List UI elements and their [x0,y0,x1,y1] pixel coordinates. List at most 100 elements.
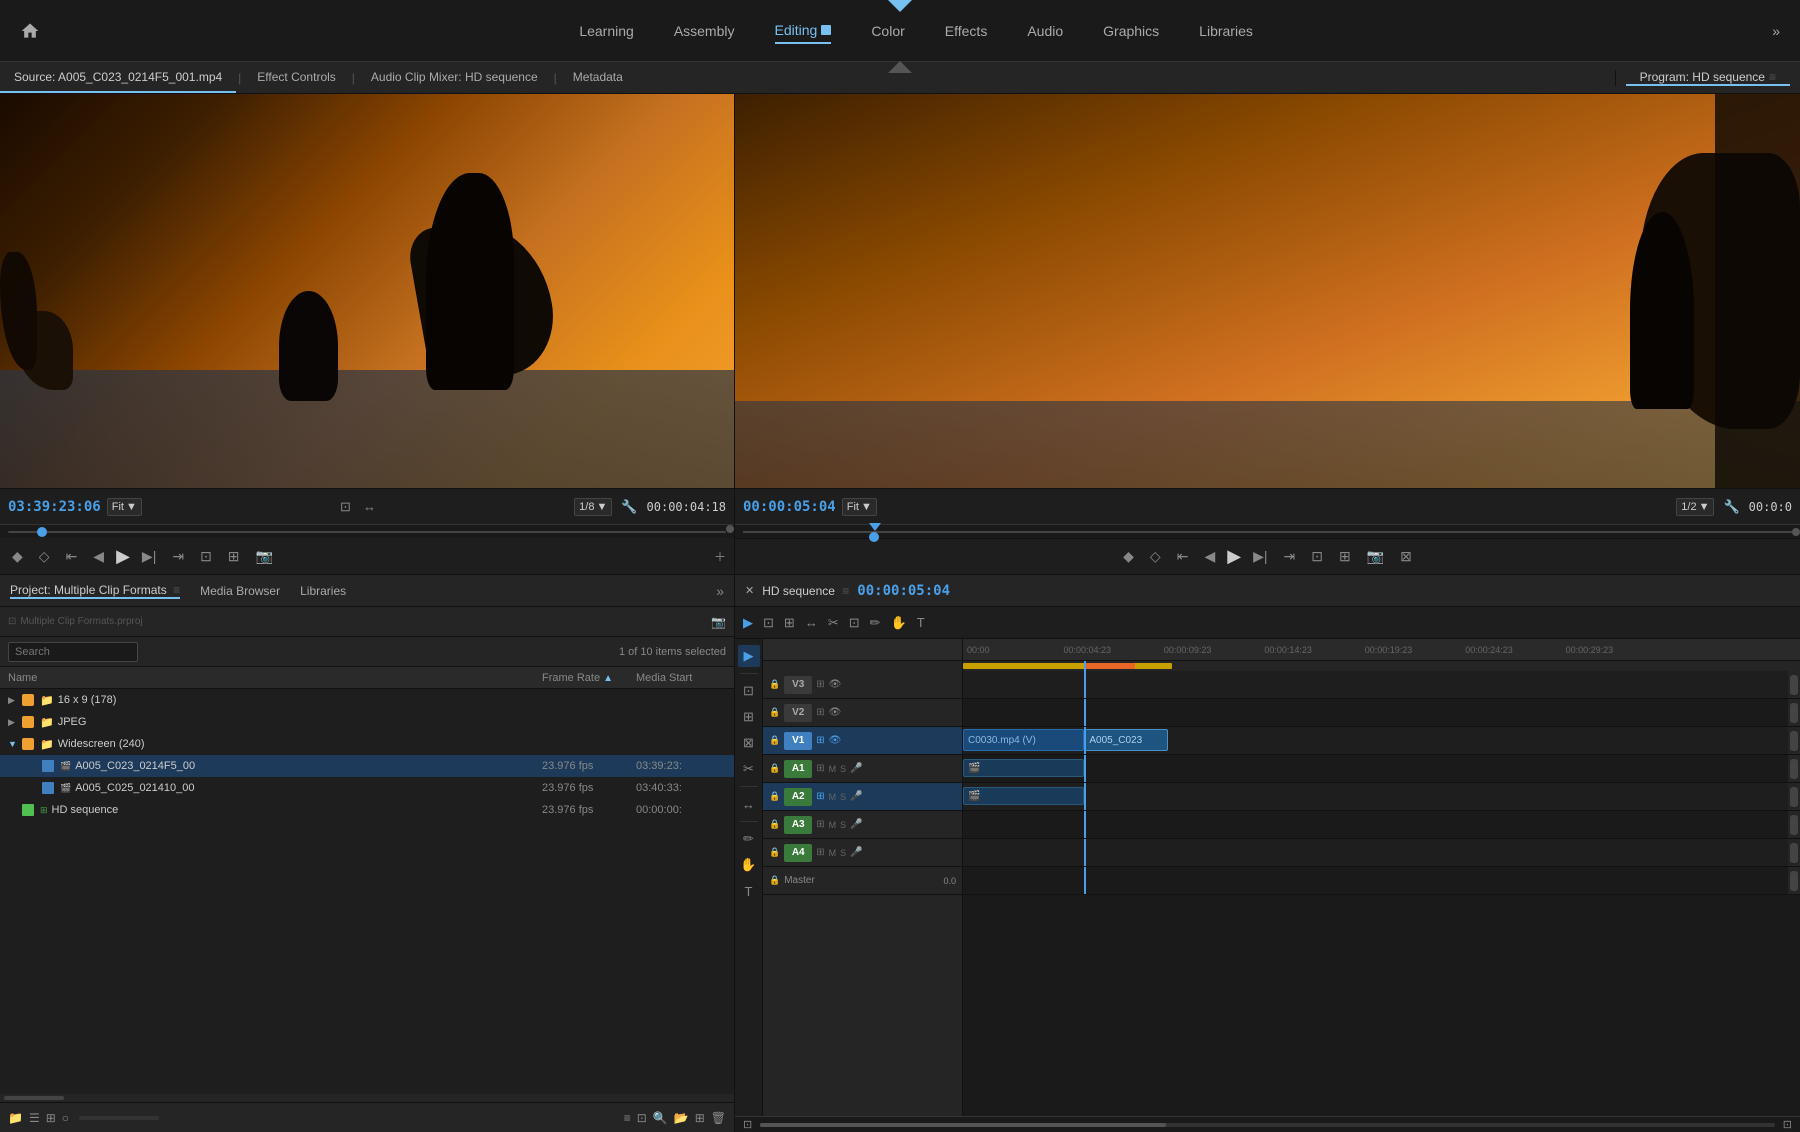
source-add-button[interactable]: ＋ [714,548,726,565]
type-tool[interactable]: T [915,613,927,632]
clip-c0030[interactable]: C0030.mp4 (V) [963,729,1084,751]
timeline-scroll-track[interactable] [760,1123,1775,1127]
v1-lock[interactable]: 🔒 [769,735,780,746]
freeform-icon[interactable]: ○ [62,1111,69,1125]
v1-scroll[interactable] [1788,727,1800,754]
pen-tool[interactable]: ✏ [868,613,883,633]
source-mark-in[interactable]: ◆ [8,546,27,567]
source-play-button[interactable]: ▶ [116,546,130,567]
effect-controls-tab[interactable]: Effect Controls [243,62,349,93]
col-framerate-header[interactable]: Frame Rate ▲ [542,672,632,684]
master-scroll[interactable] [1788,867,1800,894]
v1-sync-icon[interactable]: ⊞ [816,735,824,746]
hand-icon[interactable]: ✋ [738,854,760,876]
program-scrubber-handle[interactable] [869,532,879,542]
hand-tool[interactable]: ✋ [889,613,909,633]
v1-label[interactable]: V1 [784,732,812,750]
nav-effects[interactable]: Effects [945,19,988,43]
master-lock[interactable]: 🔒 [769,875,780,886]
audio-clip-mixer-tab[interactable]: Audio Clip Mixer: HD sequence [357,62,552,93]
a3-solo[interactable]: S [840,820,846,830]
nav-color[interactable]: Color [871,19,904,43]
v2-visibility[interactable]: 👁 [829,707,842,718]
a3-mic[interactable]: 🎤 [850,819,862,830]
a1-mute[interactable]: M [829,764,837,774]
nav-editing[interactable]: Editing [775,18,832,44]
source-fit-dropdown[interactable]: Fit ▼ [107,498,142,516]
in-out-icon[interactable]: ▶ [738,645,760,667]
nav-more-button[interactable]: » [1772,23,1780,39]
a1-sync-icon[interactable]: ⊞ [816,763,824,774]
new-bin-icon[interactable]: 📁 [8,1111,23,1125]
nav-learning[interactable]: Learning [579,19,634,43]
add-edit-icon[interactable]: ⊠ [738,732,760,754]
a3-lock[interactable]: 🔒 [769,819,780,830]
audio-clip-a1[interactable]: 🎬 [963,759,1084,777]
list-view-icon[interactable]: ☰ [29,1111,40,1125]
a3-scroll[interactable] [1788,811,1800,838]
program-monitor-tab[interactable]: Program: HD sequence ≡ [1626,70,1790,86]
source-tab[interactable]: Source: A005_C023_0214F5_001.mp4 [0,62,236,93]
source-scrubber-handle[interactable] [37,527,47,537]
source-resolution-dropdown[interactable]: 1/8 ▼ [574,498,612,516]
col-name-header[interactable]: Name [8,672,538,684]
list-item[interactable]: ▼ 📁 Widescreen (240) [0,733,734,755]
a4-sync-icon[interactable]: ⊞ [816,847,824,858]
v2-scroll[interactable] [1788,699,1800,726]
sort-icon[interactable]: ⊡ [637,1111,647,1125]
source-wrench-icon[interactable]: 🔧 [618,497,640,517]
media-browser-tab[interactable]: Media Browser [200,584,280,598]
prog-go-in[interactable]: ⇤ [1173,546,1193,567]
a1-solo[interactable]: S [840,764,846,774]
nav-assembly[interactable]: Assembly [674,19,735,43]
a4-mute[interactable]: M [829,848,837,858]
source-timecode[interactable]: 03:39:23:06 [8,499,101,515]
a2-sync-icon[interactable]: ⊞ [816,791,824,802]
razor-tool[interactable]: ✂ [826,613,841,633]
linked-select-icon[interactable]: ⊞ [738,706,760,728]
nav-audio[interactable]: Audio [1027,19,1063,43]
slip-tool[interactable]: ⊡ [847,613,862,633]
a2-mute[interactable]: M [829,792,837,802]
a2-lock[interactable]: 🔒 [769,791,780,802]
a1-label[interactable]: A1 [784,760,812,778]
list-item[interactable]: ▶ 📁 16 x 9 (178) [0,689,734,711]
ripple-edit-tool[interactable]: ⊞ [782,613,797,633]
project-camera-icon[interactable]: 📷 [711,615,726,629]
v3-scroll[interactable] [1788,671,1800,698]
source-go-out[interactable]: ⇥ [168,546,188,567]
v3-label[interactable]: V3 [784,676,812,694]
v2-label[interactable]: V2 [784,704,812,722]
a1-scroll[interactable] [1788,755,1800,782]
timeline-timecode[interactable]: 00:00:05:04 [857,583,950,599]
libraries-tab[interactable]: Libraries [300,584,346,598]
trim-icon[interactable]: ✂ [738,758,760,780]
timeline-tab[interactable]: HD sequence ≡ [762,584,849,598]
source-scrubber[interactable] [0,524,734,538]
a2-solo[interactable]: S [840,792,846,802]
snap-icon[interactable]: ⊡ [738,680,760,702]
source-go-in[interactable]: ⇤ [62,546,82,567]
type-icon[interactable]: T [738,880,760,902]
insert-icon[interactable]: ↔ [738,793,760,815]
a4-lock[interactable]: 🔒 [769,847,780,858]
a1-mic[interactable]: 🎤 [850,763,862,774]
a1-lock[interactable]: 🔒 [769,763,780,774]
list-item[interactable]: ⊞ HD sequence 23.976 fps 00:00:00: [0,799,734,821]
rolling-edit-tool[interactable]: ↔ [803,613,820,632]
program-wrench-icon[interactable]: 🔧 [1720,497,1742,517]
prog-extract-icon[interactable]: ⊞ [1335,546,1355,567]
prog-multiview[interactable]: ⊠ [1396,546,1416,567]
nav-libraries[interactable]: Libraries [1199,19,1253,43]
list-sort-icon[interactable]: ≡ [624,1111,631,1125]
list-item[interactable]: 🎬 A005_C023_0214F5_00 23.976 fps 03:39:2… [0,755,734,777]
grid-view-icon[interactable]: ⊞ [46,1111,56,1125]
source-fit-frame-icon[interactable]: ↔ [360,497,379,516]
selection-tool[interactable]: ▶ [741,613,755,633]
a4-label[interactable]: A4 [784,844,812,862]
v3-lock[interactable]: 🔒 [769,679,780,690]
project-tab[interactable]: Project: Multiple Clip Formats ≡ [10,583,180,599]
source-mark-out[interactable]: ◇ [35,546,54,567]
a3-sync-icon[interactable]: ⊞ [816,819,824,830]
source-settings-icon[interactable]: ⊡ [337,497,354,517]
